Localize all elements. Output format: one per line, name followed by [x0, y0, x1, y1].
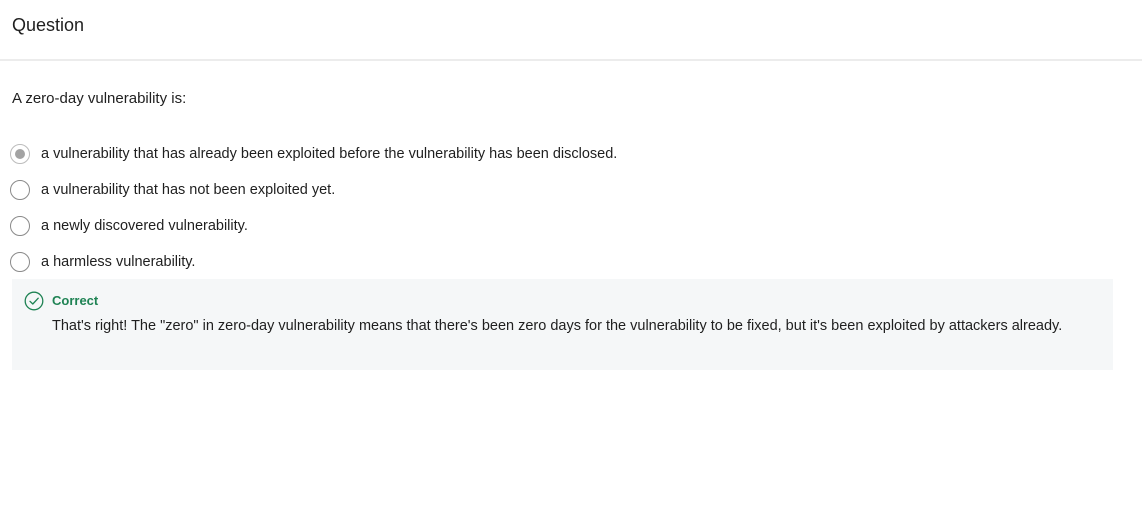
answer-option[interactable]: a vulnerability that has already been ex… [10, 136, 1110, 172]
feedback-panel: Correct That's right! The "zero" in zero… [12, 279, 1113, 370]
answer-option-label: a vulnerability that has not been exploi… [41, 182, 336, 198]
check-circle-icon [24, 291, 44, 311]
question-header: Question [0, 0, 1142, 61]
feedback-status: Correct [52, 293, 99, 308]
radio-button-selected[interactable] [10, 144, 30, 164]
header-title: Question [12, 15, 85, 35]
answer-option[interactable]: a newly discovered vulnerability. [10, 208, 1110, 244]
feedback-message: That's right! The "zero" in zero-day vul… [52, 318, 1063, 334]
answer-options: a vulnerability that has already been ex… [10, 136, 1110, 280]
answer-option[interactable]: a harmless vulnerability. [10, 244, 1110, 280]
radio-button[interactable] [10, 216, 30, 236]
question-prompt: A zero-day vulnerability is: [12, 90, 187, 107]
answer-option-label: a newly discovered vulnerability. [41, 218, 248, 234]
radio-button[interactable] [10, 180, 30, 200]
answer-option-label: a vulnerability that has already been ex… [41, 146, 618, 162]
radio-button[interactable] [10, 252, 30, 272]
answer-option[interactable]: a vulnerability that has not been exploi… [10, 172, 1110, 208]
answer-option-label: a harmless vulnerability. [41, 254, 196, 270]
